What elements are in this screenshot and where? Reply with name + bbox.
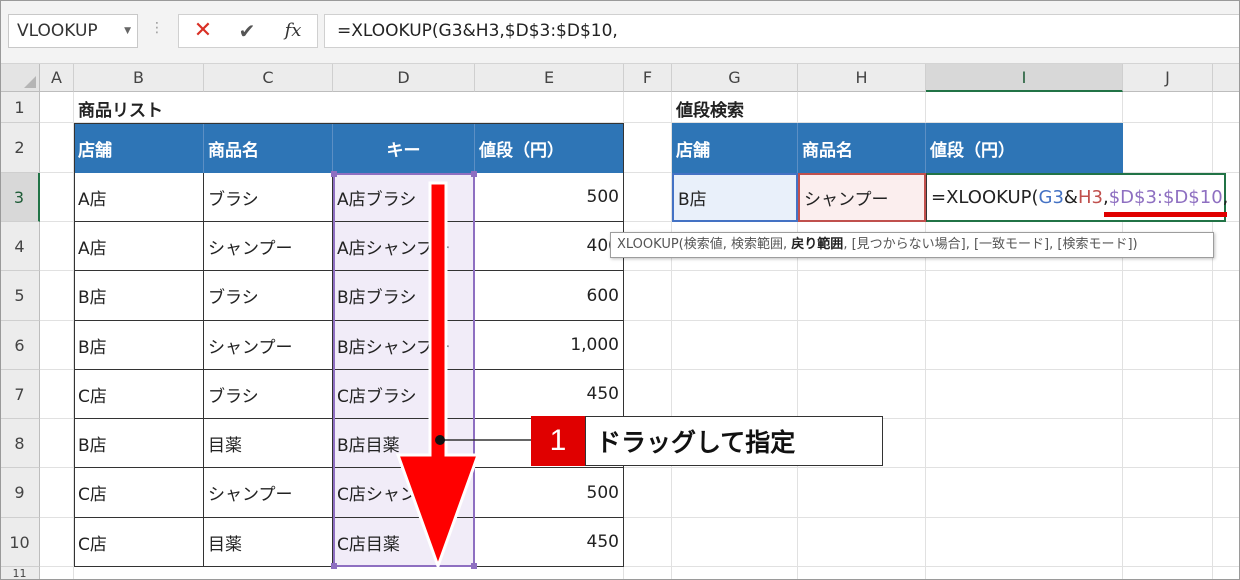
product-list-title: 商品リスト <box>78 100 163 121</box>
cell-price[interactable]: 450 <box>475 518 624 567</box>
cell-store[interactable]: A店 <box>74 222 204 271</box>
column-header-a[interactable]: A <box>40 64 74 92</box>
cell-product[interactable]: 目薬 <box>204 419 333 468</box>
column-header-b[interactable]: B <box>74 64 204 92</box>
cell-price[interactable]: 400 <box>475 222 624 271</box>
formula-buttons: ✕ ✔ fx <box>178 14 318 48</box>
search-header-price[interactable]: 値段（円） <box>926 123 1123 173</box>
tooltip-current-arg: 戻り範囲 <box>791 237 844 252</box>
cell-product[interactable]: シャンプー <box>204 468 333 518</box>
cell-store[interactable]: C店 <box>74 370 204 419</box>
cell-product[interactable]: ブラシ <box>204 370 333 419</box>
callout-number: 1 <box>531 416 585 466</box>
cell-price[interactable]: 500 <box>475 173 624 222</box>
row-header-10[interactable]: 10 <box>0 518 40 567</box>
row-header-5[interactable]: 5 <box>0 271 40 321</box>
column-header-e[interactable]: E <box>475 64 624 92</box>
function-argument-tooltip: XLOOKUP(検索値, 検索範囲, 戻り範囲, [見つからない場合], [一致… <box>610 232 1214 258</box>
cell-product[interactable]: 目薬 <box>204 518 333 567</box>
check-icon[interactable]: ✔ <box>227 15 267 47</box>
name-box[interactable]: VLOOKUP ▼ <box>8 14 138 48</box>
cell-product[interactable]: ブラシ <box>204 271 333 321</box>
cell-product[interactable]: ブラシ <box>204 173 333 222</box>
formula-text: , <box>1222 187 1229 208</box>
row-header-6[interactable]: 6 <box>0 321 40 370</box>
search-header-product[interactable]: 商品名 <box>798 123 926 173</box>
row-header-2[interactable]: 2 <box>0 123 40 173</box>
formula-ref-d-range: $D$3:$D$10 <box>1108 187 1223 208</box>
cell-key[interactable]: C店シャンプー <box>333 468 475 518</box>
column-header-d[interactable]: D <box>333 64 475 92</box>
cell-price[interactable]: 600 <box>475 271 624 321</box>
cell-price[interactable]: 450 <box>475 370 624 419</box>
search-header-store[interactable]: 店舗 <box>672 123 798 173</box>
formula-text: =XLOOKUP( <box>931 187 1039 208</box>
price-search-title: 値段検索 <box>676 100 744 121</box>
cell-key[interactable]: C店ブラシ <box>333 370 475 419</box>
row-header-4[interactable]: 4 <box>0 222 40 271</box>
column-header-f[interactable]: F <box>624 64 672 92</box>
tooltip-post: , [見つからない場合], [一致モード], [検索モード]) <box>843 237 1138 252</box>
cell-h3[interactable]: シャンプー <box>798 173 926 222</box>
formula-bar-area: VLOOKUP ▼ ⋮ ✕ ✔ fx =XLOOKUP(G3&H3,$D$3:$… <box>0 0 1240 64</box>
cell-key[interactable]: A店シャンプー <box>333 222 475 271</box>
cell-g3[interactable]: B店 <box>672 173 798 222</box>
header-store[interactable]: 店舗 <box>74 123 204 173</box>
cell-price[interactable]: 1,000 <box>475 321 624 370</box>
cell-store[interactable]: B店 <box>74 271 204 321</box>
name-box-value: VLOOKUP <box>17 21 98 41</box>
cell-store[interactable]: B店 <box>74 321 204 370</box>
header-price[interactable]: 値段（円） <box>475 123 624 173</box>
formula-text: & <box>1063 187 1078 208</box>
tooltip-pre: XLOOKUP(検索値, 検索範囲, <box>617 237 792 252</box>
cell-key[interactable]: A店ブラシ <box>333 173 475 222</box>
callout-text: ドラッグして指定 <box>585 416 883 466</box>
row-header-7[interactable]: 7 <box>0 370 40 419</box>
cell-key[interactable]: C店目薬 <box>333 518 475 567</box>
cell-store[interactable]: C店 <box>74 518 204 567</box>
insert-function-icon[interactable]: fx <box>273 15 313 47</box>
column-header-j[interactable]: J <box>1123 64 1213 92</box>
cell-key[interactable]: B店目薬 <box>333 419 475 468</box>
select-all-corner[interactable] <box>0 64 40 92</box>
cancel-icon[interactable]: ✕ <box>183 15 223 47</box>
formula-ref-g3: G3 <box>1038 187 1064 208</box>
column-header-c[interactable]: C <box>204 64 333 92</box>
cell-key[interactable]: B店シャンプー <box>333 321 475 370</box>
select-all-icon <box>24 76 36 88</box>
header-product[interactable]: 商品名 <box>204 123 333 173</box>
formula-ref-h3: H3 <box>1077 187 1103 208</box>
cell-key[interactable]: B店ブラシ <box>333 271 475 321</box>
formula-input[interactable]: =XLOOKUP(G3&H3,$D$3:$D$10, <box>324 14 1240 48</box>
column-header-g[interactable]: G <box>672 64 798 92</box>
chevron-down-icon[interactable]: ▼ <box>124 15 131 47</box>
column-header-i[interactable]: I <box>926 64 1123 92</box>
gridline <box>1212 92 1213 580</box>
row-header-11[interactable]: 11 <box>0 567 40 580</box>
cell-store[interactable]: A店 <box>74 173 204 222</box>
cell-store[interactable]: C店 <box>74 468 204 518</box>
row-header-3[interactable]: 3 <box>0 173 40 222</box>
step-callout: 1 ドラッグして指定 <box>531 416 883 466</box>
row-header-9[interactable]: 9 <box>0 468 40 518</box>
cell-store[interactable]: B店 <box>74 419 204 468</box>
cell-price[interactable]: 500 <box>475 468 624 518</box>
cell-i3-editing[interactable]: =XLOOKUP(G3 & H3, $D$3:$D$10, <box>926 173 1229 222</box>
row-header-8[interactable]: 8 <box>0 419 40 468</box>
drag-handle-icon[interactable]: ⋮ <box>150 20 164 36</box>
column-header-h[interactable]: H <box>798 64 926 92</box>
column-header-k[interactable] <box>1213 64 1240 92</box>
header-key[interactable]: キー <box>333 123 475 173</box>
cell-product[interactable]: シャンプー <box>204 321 333 370</box>
cell-product[interactable]: シャンプー <box>204 222 333 271</box>
row-header-1[interactable]: 1 <box>0 92 40 123</box>
